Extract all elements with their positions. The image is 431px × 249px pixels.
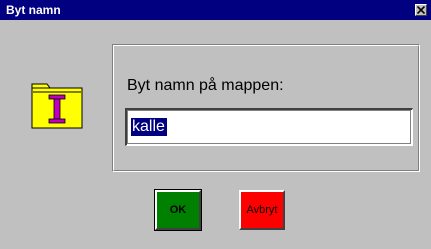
- folder-name-value: kalle: [131, 118, 167, 136]
- rename-dialog: Byt namn Byt namn på mappen: kalle OK Av…: [0, 0, 431, 249]
- close-icon: [417, 6, 425, 14]
- title-bar[interactable]: Byt namn: [0, 0, 431, 20]
- ok-button[interactable]: OK: [154, 189, 202, 231]
- rename-prompt-label: Byt namn på mappen:: [127, 77, 284, 94]
- folder-icon: [29, 80, 85, 130]
- cancel-button[interactable]: Avbryt: [239, 190, 285, 230]
- folder-name-input[interactable]: kalle: [125, 108, 413, 146]
- close-button[interactable]: [415, 4, 427, 16]
- window-title: Byt namn: [6, 3, 61, 17]
